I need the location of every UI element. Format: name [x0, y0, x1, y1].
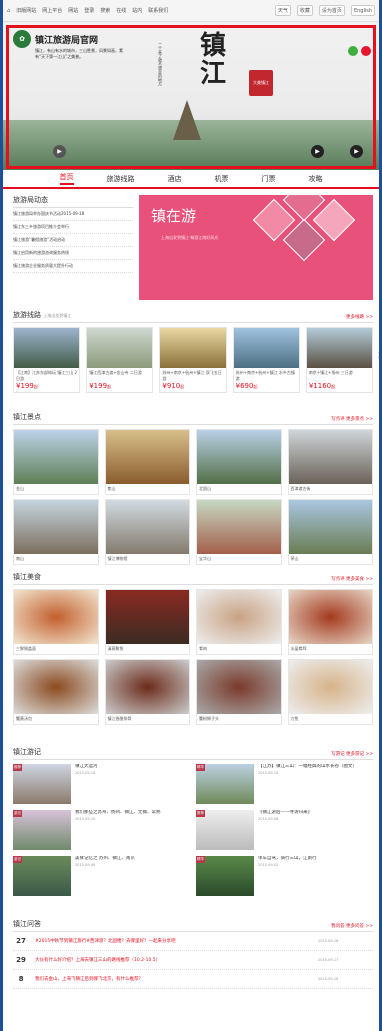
qa-item[interactable]: 29 大伙有什么好介绍？上海去镇江三山的路线推荐（10.2-10.5） 2015-0…	[13, 951, 373, 970]
english-button[interactable]: English	[350, 5, 375, 16]
topbar-link[interactable]: 站内	[132, 7, 142, 14]
food-card[interactable]: 蟹粉狮子头	[196, 659, 282, 725]
route-card[interactable]: 【江南】江苏东部纯玩 镇江三山 2日游 ¥199起	[13, 327, 81, 393]
hero-banner[interactable]: ✿ 镇江旅游局官网 镇江，有山有水的城市，三山胜景，风景如画，素有“天下第一江山…	[3, 22, 379, 170]
travel-item[interactable]: 游记 美食记忆之 苏州、镇江、南京 2015-09-06	[13, 856, 188, 898]
site-name: 镇江旅游局官网	[35, 35, 99, 46]
food-title: 镇江美食	[13, 573, 41, 581]
nav-routes[interactable]: 旅游线路	[107, 174, 135, 184]
topbar-link[interactable]: 网站	[68, 7, 78, 14]
travel-item[interactable]: 推荐 《镇江游后——寻访归来》 2015-09-08	[196, 810, 371, 852]
more-travels-link[interactable]: 更多游记 >>	[346, 752, 373, 757]
pagoda-image	[173, 100, 201, 140]
news-item[interactable]: 镇江东三乡旅游项目推介会举行	[13, 221, 133, 234]
routes-title: 旅游线路	[13, 311, 41, 319]
news-item[interactable]: 镇江旅游企业服务质量大提升行动	[13, 260, 133, 273]
nav-guides[interactable]: 攻略	[309, 174, 323, 184]
nav-hotels[interactable]: 酒店	[168, 174, 182, 184]
routes-more-link[interactable]: 更多线路 >>	[346, 314, 373, 320]
topbar-link[interactable]: 联系我们	[148, 7, 168, 14]
nav-tickets[interactable]: 门票	[262, 174, 276, 184]
route-card[interactable]: 南京+镇江+扬州 三日游 ¥1160起	[305, 327, 374, 393]
topbar-link[interactable]: 在线	[116, 7, 126, 14]
promo-subtitle: 上海出发到镇江 畅游江南好风光	[161, 235, 219, 240]
promo-banner[interactable]: 镇在游 上海出发到镇江 畅游江南好风光	[139, 195, 373, 300]
wechat-icon[interactable]	[348, 46, 358, 56]
news-item[interactable]: 镇江启用新的旅游咨询服务热线	[13, 247, 133, 260]
nav-flights[interactable]: 机票	[215, 174, 229, 184]
travel-item[interactable]: 精华 【江苏】镇江三山：一幅经典的山水长卷（图文） 2015-09-15	[196, 764, 371, 806]
more-scenery-link[interactable]: 更多景点 >>	[346, 417, 373, 422]
route-card[interactable]: 苏州+南京+杭州+镇江 双飞五日游 ¥910起	[159, 327, 227, 393]
scenery-card[interactable]: 北固山	[196, 429, 282, 495]
topbar-link[interactable]: 网上平台	[42, 7, 62, 14]
news-title: 旅游局动态	[13, 196, 48, 204]
qa-item[interactable]: 8 我们去金山、上海飞镇江后到哪飞北京，有什么推荐？ 2015-09-16	[13, 970, 373, 989]
review-link[interactable]: 写点评	[331, 577, 345, 582]
routes-subtitle: 上海出发到镇江	[43, 313, 72, 318]
nav-home[interactable]: 首页	[59, 172, 74, 185]
write-travel-link[interactable]: 写游记	[331, 752, 345, 757]
news-item[interactable]: 镇江旅游局举办国庆节活动2015-09-18	[13, 208, 133, 221]
travel-item[interactable]: 精华 单车自驾，骑行三山，江南行 2015-09-02	[196, 856, 371, 898]
play-icon[interactable]: ▶	[350, 145, 363, 158]
main-nav: 首页 旅游线路 酒店 机票 门票 攻略	[3, 170, 379, 189]
promo-title: 镇在游	[151, 207, 197, 225]
qa-title: 镇江问答	[13, 920, 41, 928]
qa-section: 镇江问答我问答 更多问答 >> 27 #2015中秋节到镇江旅行#西津渡？北固楼？…	[3, 916, 379, 989]
weibo-icon[interactable]	[361, 46, 371, 56]
scenery-card[interactable]: 焦山	[104, 429, 190, 495]
next-arrow-icon[interactable]: ›	[377, 347, 379, 363]
routes-section: 旅游线路 上海出发到镇江更多线路 >> ‹ › 【江南】江苏东部纯玩 镇江三山 …	[3, 307, 379, 409]
travel-item[interactable]: 游记 我们那些之苏州、扬州、镇江、无锡、常熟 2015-09-10	[13, 810, 188, 852]
more-food-link[interactable]: 更多美食 >>	[346, 577, 373, 582]
food-section: 镇江美食 写点评 更多美食 >> 三鲜锅盖面 清蒸鲥鱼 肴肉 水晶肴蹄 蟹黄汤包 …	[3, 569, 379, 744]
news-panel: 旅游局动态 镇江旅游局举办国庆节活动2015-09-18 镇江东三乡旅游项目推介…	[13, 195, 133, 303]
route-card[interactable]: 苏州+南京+杭州+镇江 水乡古镇游 ¥690起	[232, 327, 300, 393]
food-card[interactable]: 三鲜锅盖面	[13, 589, 99, 655]
scenery-section: 镇江景点写点评 更多景点 >> 金山 焦山 北固山 西津渡古街 南山 镇江博物馆…	[3, 409, 379, 569]
travels-title: 镇江游记	[13, 748, 41, 756]
topbar-link[interactable]: 搜索	[100, 7, 110, 14]
scenery-title: 镇江景点	[13, 413, 41, 421]
scenery-card[interactable]: 镇江博物馆	[104, 499, 190, 565]
page-frame: ⌂ 旧版网站 网上平台 网站 登录 搜索 在线 站内 联系我们 天气 收藏 设为…	[3, 0, 379, 1031]
logo-emblem-icon: ✿	[13, 30, 31, 48]
food-card[interactable]: 清蒸鲥鱼	[104, 589, 190, 655]
food-card[interactable]: 肴肉	[196, 589, 282, 655]
banner-stamp: 大美镇江	[249, 70, 273, 96]
route-card[interactable]: 镇江西津古渡+金山寺 二日游 ¥199起	[86, 327, 154, 393]
homepage-button[interactable]: 设为首页	[318, 5, 345, 16]
banner-calligraphy: 镇江	[199, 31, 226, 89]
ask-link[interactable]: 我问答	[331, 924, 345, 929]
food-card[interactable]: 镇江香醋排骨	[104, 659, 190, 725]
scenery-card[interactable]: 西津渡古街	[287, 429, 373, 495]
site-logo[interactable]: ✿ 镇江旅游局官网 镇江，有山有水的城市，三山胜景，风景如画，素有“天下第一江山…	[13, 30, 123, 59]
play-icon[interactable]: ▶	[53, 145, 66, 158]
food-card[interactable]: 水晶肴蹄	[287, 589, 373, 655]
travel-item[interactable]: 推荐 镇江大运河 2015-09-16	[13, 764, 188, 806]
food-card[interactable]: 蟹黄汤包	[13, 659, 99, 725]
top-bar: ⌂ 旧版网站 网上平台 网站 登录 搜索 在线 站内 联系我们 天气 收藏 设为…	[3, 0, 379, 22]
scenery-card[interactable]: 茅山	[287, 499, 373, 565]
topbar-link[interactable]: 登录	[84, 7, 94, 14]
play-icon[interactable]: ▶	[311, 145, 324, 158]
site-description: 镇江，有山有水的城市，三山胜景，风景如画，素有“天下第一江山”之美誉。	[35, 48, 123, 59]
scenery-card[interactable]: 南山	[13, 499, 99, 565]
topbar-link[interactable]: 旧版网站	[16, 7, 36, 14]
home-icon[interactable]: ⌂	[7, 8, 10, 14]
more-qa-link[interactable]: 更多问答 >>	[346, 924, 373, 929]
banner-poem: 一个来了就不想走的地方	[158, 42, 163, 86]
favorite-button[interactable]: 收藏	[296, 5, 313, 16]
food-card[interactable]: 刀鱼	[287, 659, 373, 725]
news-item[interactable]: 镇江旅游“暑假旅游”活动启动	[13, 234, 133, 247]
qa-item[interactable]: 27 #2015中秋节到镇江旅行#西津渡？北固楼？去哪里好？一起来分享吧 2015-…	[13, 932, 373, 951]
social-links	[348, 46, 371, 56]
weather-button[interactable]: 天气	[274, 5, 291, 16]
scenery-card[interactable]: 金山	[13, 429, 99, 495]
travels-section: 镇江游记写游记 更多游记 >> 推荐 镇江大运河 2015-09-16 精华 【江苏】…	[3, 744, 379, 916]
scenery-card[interactable]: 宝华山	[196, 499, 282, 565]
review-link[interactable]: 写点评	[331, 417, 345, 422]
